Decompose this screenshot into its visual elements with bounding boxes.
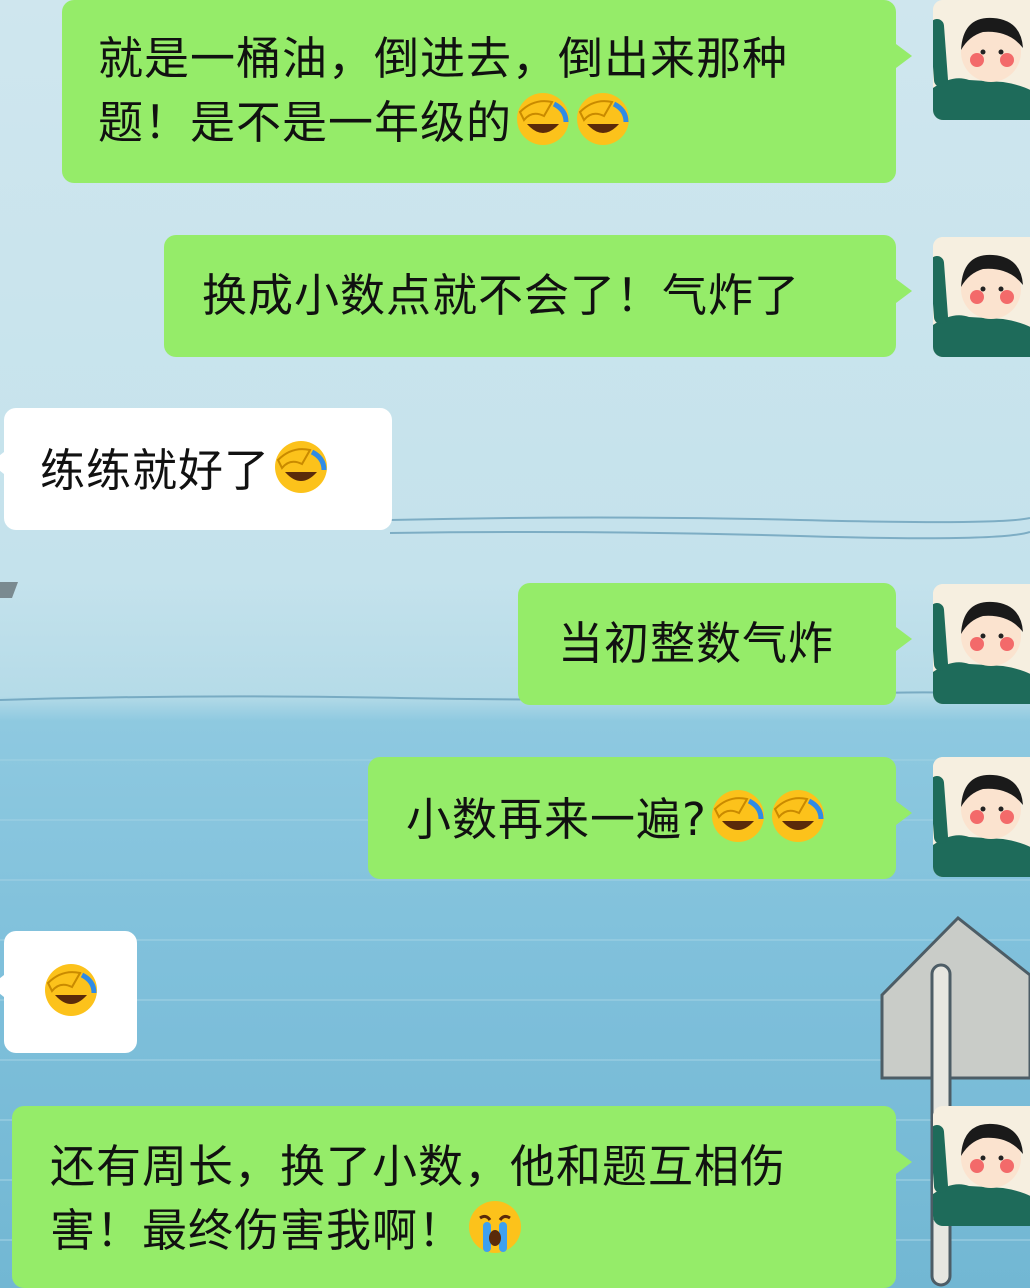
avatar[interactable]: [933, 1106, 1030, 1226]
avatar[interactable]: [933, 0, 1030, 120]
message-bubble-outgoing[interactable]: 还有周长，换了小数，他和题互相伤害！最终伤害我啊！: [12, 1106, 912, 1288]
message-text: 小数再来一遍?: [406, 793, 707, 846]
message-bubble-outgoing[interactable]: 换成小数点就不会了！气炸了: [164, 235, 912, 357]
message-bubble-outgoing[interactable]: 小数再来一遍?: [368, 757, 912, 879]
message-text: 换成小数点就不会了！气炸了: [202, 269, 801, 322]
facepalm-laugh-icon: [769, 787, 827, 845]
avatar[interactable]: [933, 584, 1030, 704]
message-bubble-outgoing[interactable]: 就是一桶油，倒进去，倒出来那种题！是不是一年级的: [62, 0, 912, 183]
message-text: 就是一桶油，倒进去，倒出来那种题！是不是一年级的: [98, 32, 789, 149]
message-bubble-incoming[interactable]: 练练就好了: [0, 408, 392, 530]
facepalm-laugh-icon: [574, 90, 632, 148]
facepalm-laugh-icon: [42, 961, 100, 1019]
facepalm-laugh-icon: [514, 90, 572, 148]
message-bubble-incoming[interactable]: [0, 931, 137, 1053]
facepalm-laugh-icon: [709, 787, 767, 845]
message-bubble-outgoing[interactable]: 当初整数气炸: [518, 583, 912, 705]
avatar[interactable]: [933, 757, 1030, 877]
message-text: 当初整数气炸: [558, 617, 835, 670]
facepalm-laugh-icon: [272, 438, 330, 496]
message-text: 练练就好了: [40, 444, 271, 497]
crying-icon: [466, 1198, 524, 1256]
message-text: 还有周长，换了小数，他和题互相伤害！最终伤害我啊！: [50, 1140, 787, 1257]
avatar[interactable]: [933, 237, 1030, 357]
